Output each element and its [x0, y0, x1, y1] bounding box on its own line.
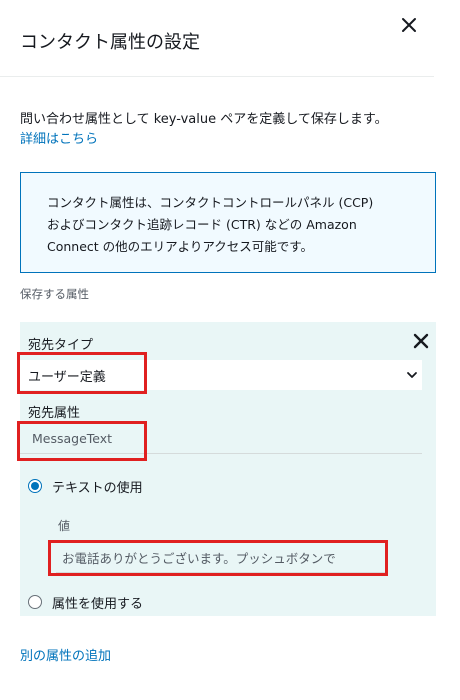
description-text: 問い合わせ属性として key-value ペアを定義して保存します。: [20, 112, 388, 127]
chevron-down-icon: [407, 372, 417, 378]
radio-label-use-text: テキストの使用: [52, 481, 143, 496]
close-icon[interactable]: [398, 14, 420, 36]
info-line: Connect の他のエリアよりアクセス可能です。: [47, 239, 314, 254]
remove-attribute-icon[interactable]: [411, 331, 431, 351]
contact-attributes-panel: コンタクト属性の設定 問い合わせ属性として key-value ペアを定義して保…: [0, 0, 460, 700]
radio-label-use-attribute: 属性を使用する: [52, 597, 144, 612]
section-label: 保存する属性: [20, 287, 89, 301]
value-input[interactable]: [56, 543, 386, 573]
destination-attribute-input[interactable]: [20, 424, 422, 454]
value-label: 値: [58, 519, 71, 533]
info-line: コンタクト属性は、コンタクトコントロールパネル (CCP): [47, 195, 374, 210]
header-divider: [0, 76, 434, 77]
destination-type-select[interactable]: ユーザー定義: [20, 360, 422, 390]
destination-type-value: ユーザー定義: [28, 370, 106, 385]
destination-attribute-label: 宛先属性: [28, 406, 81, 421]
info-box: コンタクト属性は、コンタクトコントロールパネル (CCP) およびコンタクト追跡…: [20, 172, 436, 273]
destination-type-label: 宛先タイプ: [28, 338, 94, 353]
details-link[interactable]: 詳細はこちら: [20, 128, 98, 147]
info-line: およびコンタクト追跡レコード (CTR) などの Amazon: [47, 217, 357, 232]
radio-button-unchecked[interactable]: [28, 595, 42, 609]
panel-title: コンタクト属性の設定: [20, 32, 200, 53]
radio-button-checked[interactable]: [28, 479, 42, 493]
add-attribute-link[interactable]: 別の属性の追加: [20, 645, 111, 664]
